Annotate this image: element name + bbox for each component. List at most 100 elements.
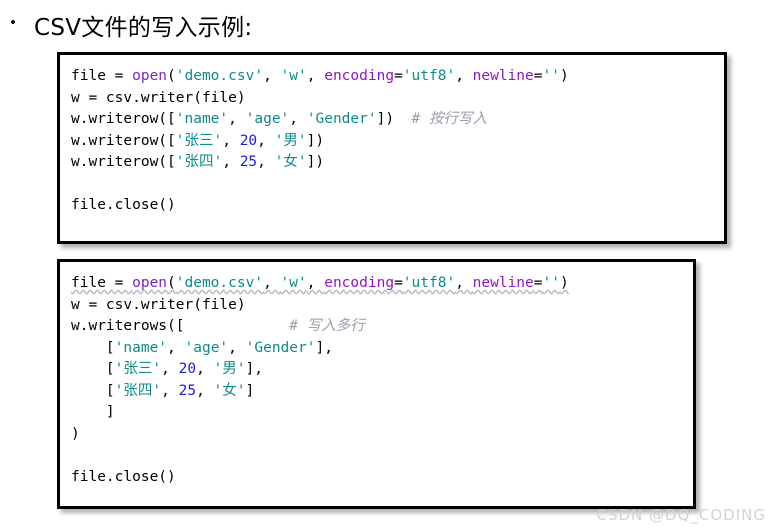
code-line: file.close(): [71, 195, 724, 217]
code-token: newline: [472, 275, 534, 291]
code-token: ,: [228, 339, 246, 356]
code-token: ]): [306, 132, 325, 149]
code-block-writerow: file = open('demo.csv', 'w', encoding='u…: [57, 52, 727, 244]
code-line: file = open('demo.csv', 'w', encoding='u…: [71, 66, 724, 88]
code-token: (: [167, 275, 176, 291]
code-token: [: [71, 361, 115, 377]
code-line: ['张四', 25, '女']: [71, 381, 693, 403]
code-token: 'age': [184, 339, 229, 356]
code-token: 'demo.csv': [175, 275, 264, 291]
code-token: ,: [161, 361, 179, 377]
code-token: ,: [196, 382, 214, 399]
code-token: '张三': [114, 361, 162, 377]
code-token: '': [542, 68, 560, 84]
code-line: ): [71, 424, 693, 446]
code-token: '男': [213, 361, 246, 377]
code-token: '女': [213, 382, 246, 399]
code-token: 25: [178, 382, 197, 399]
watermark: CSDN @DQ_CODING: [596, 506, 766, 524]
code-line: ]: [71, 402, 693, 424]
code-token: =: [533, 68, 543, 84]
code-token: ]: [71, 404, 115, 420]
code-token: 'utf8': [402, 68, 456, 84]
code-token: ,: [257, 154, 275, 170]
code-token: [: [71, 339, 115, 356]
code-token: (: [167, 68, 176, 84]
code-token: ,: [306, 275, 325, 291]
code-token: ]: [245, 382, 255, 399]
code-token: =: [533, 275, 543, 291]
code-token: # 按行写入: [411, 111, 487, 127]
code-token: ,: [263, 68, 281, 84]
code-token: file.close(): [71, 197, 176, 213]
code-body: file = open('demo.csv', 'w', encoding='u…: [60, 55, 724, 227]
code-token: '张三': [175, 132, 223, 149]
code-line: w.writerow(['张四', 25, '女']): [71, 152, 724, 174]
code-token: file =: [71, 68, 133, 84]
code-token: ,: [455, 275, 473, 291]
code-token: 25: [239, 154, 258, 170]
code-token: =: [394, 275, 403, 291]
code-token: ,: [167, 339, 185, 356]
code-line: file = open('demo.csv', 'w', encoding='u…: [71, 273, 693, 295]
code-token: ,: [161, 382, 179, 399]
code-token: [: [71, 382, 115, 399]
code-token: '女': [274, 154, 307, 170]
code-token: # 写入多行: [289, 318, 365, 334]
code-line: w = csv.writer(file): [71, 295, 693, 317]
code-token: 'name': [175, 111, 229, 127]
page-title: CSV文件的写入示例:: [34, 15, 253, 41]
code-token: =: [394, 68, 403, 84]
code-token: ]): [376, 111, 412, 127]
code-token: encoding: [324, 275, 395, 291]
code-token: 'name': [114, 339, 168, 356]
code-token: ,: [455, 68, 473, 84]
code-token: ]): [306, 154, 325, 170]
code-token: ,: [289, 111, 307, 127]
code-block-writerows: file = open('demo.csv', 'w', encoding='u…: [57, 259, 696, 509]
code-token: 'Gender': [245, 339, 316, 356]
code-token: ): [71, 425, 80, 442]
code-token: encoding: [324, 68, 395, 84]
code-line: ['name', 'age', 'Gender'],: [71, 338, 693, 360]
code-token: w = csv.writer(file): [71, 89, 246, 106]
code-token: '': [542, 275, 560, 291]
code-token: w.writerows([: [71, 318, 290, 334]
code-line: w.writerows([ # 写入多行: [71, 316, 693, 338]
code-token: ,: [306, 68, 325, 84]
syntax-warning-underline: file = open('demo.csv', 'w', encoding='u…: [71, 275, 569, 291]
code-token: ],: [315, 339, 333, 356]
code-token: 'w': [280, 68, 307, 84]
code-token: w = csv.writer(file): [71, 296, 246, 313]
code-line: w.writerow(['name', 'age', 'Gender']) # …: [71, 109, 724, 131]
code-token: ,: [228, 111, 246, 127]
code-token: ,: [263, 275, 281, 291]
code-token: newline: [472, 68, 534, 84]
code-token: ],: [245, 361, 263, 377]
code-token: ): [559, 68, 569, 84]
bullet-icon: •: [10, 13, 16, 31]
code-token: '张四': [175, 154, 223, 170]
code-token: 'age': [245, 111, 290, 127]
code-body: file = open('demo.csv', 'w', encoding='u…: [60, 262, 693, 498]
code-token: 'demo.csv': [175, 68, 264, 84]
code-token: w.writerow([: [71, 132, 176, 149]
code-token: 20: [178, 361, 197, 377]
code-token: 'w': [280, 275, 307, 291]
code-token: ,: [222, 132, 240, 149]
code-token: w.writerow([: [71, 154, 176, 170]
code-line: w.writerow(['张三', 20, '男']): [71, 131, 724, 153]
code-token: 20: [239, 132, 258, 149]
code-token: file.close(): [71, 468, 176, 485]
code-line: w = csv.writer(file): [71, 88, 724, 110]
code-token: ,: [196, 361, 214, 377]
code-token: 'utf8': [402, 275, 456, 291]
code-token: 'Gender': [306, 111, 377, 127]
code-token: ): [559, 275, 569, 291]
code-line: file.close(): [71, 467, 693, 489]
code-token: w.writerow([: [71, 111, 176, 127]
code-line: ['张三', 20, '男'],: [71, 359, 693, 381]
code-token: ,: [257, 132, 275, 149]
